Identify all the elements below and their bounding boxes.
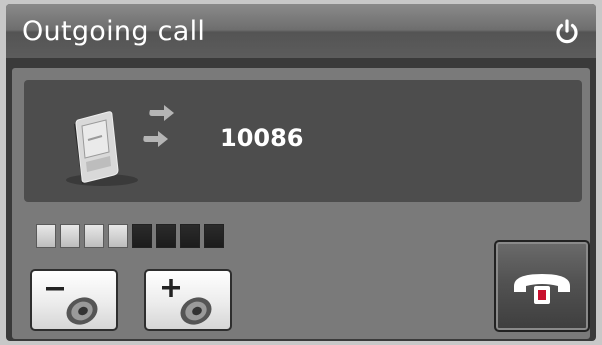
volume-segment bbox=[84, 224, 104, 248]
dialed-number: 10086 bbox=[220, 124, 304, 152]
outgoing-call-arrows-icon bbox=[143, 105, 174, 147]
volume-segment bbox=[156, 224, 176, 248]
power-button[interactable] bbox=[553, 18, 581, 46]
volume-down-icon bbox=[46, 287, 98, 325]
volume-segment bbox=[204, 224, 224, 248]
hang-up-button[interactable] bbox=[494, 240, 590, 332]
volume-down-button[interactable] bbox=[30, 269, 118, 331]
call-panel: 10086 bbox=[12, 68, 590, 339]
pda-phone-icon bbox=[66, 111, 138, 186]
volume-segment bbox=[36, 224, 56, 248]
call-graphic bbox=[66, 105, 174, 186]
power-icon bbox=[556, 19, 578, 44]
outgoing-call-window: Outgoing call 10086 bbox=[6, 4, 596, 341]
volume-segment bbox=[60, 224, 80, 248]
hang-up-accent bbox=[538, 290, 546, 300]
volume-segment bbox=[108, 224, 128, 248]
hang-up-icon bbox=[514, 274, 570, 304]
call-display: 10086 bbox=[24, 80, 582, 202]
window-title: Outgoing call bbox=[22, 16, 206, 47]
volume-segment bbox=[180, 224, 200, 248]
volume-up-icon bbox=[162, 279, 212, 325]
volume-segment bbox=[132, 224, 152, 248]
volume-level-indicator bbox=[36, 224, 224, 248]
title-bar: Outgoing call bbox=[6, 4, 596, 58]
volume-up-button[interactable] bbox=[144, 269, 232, 331]
